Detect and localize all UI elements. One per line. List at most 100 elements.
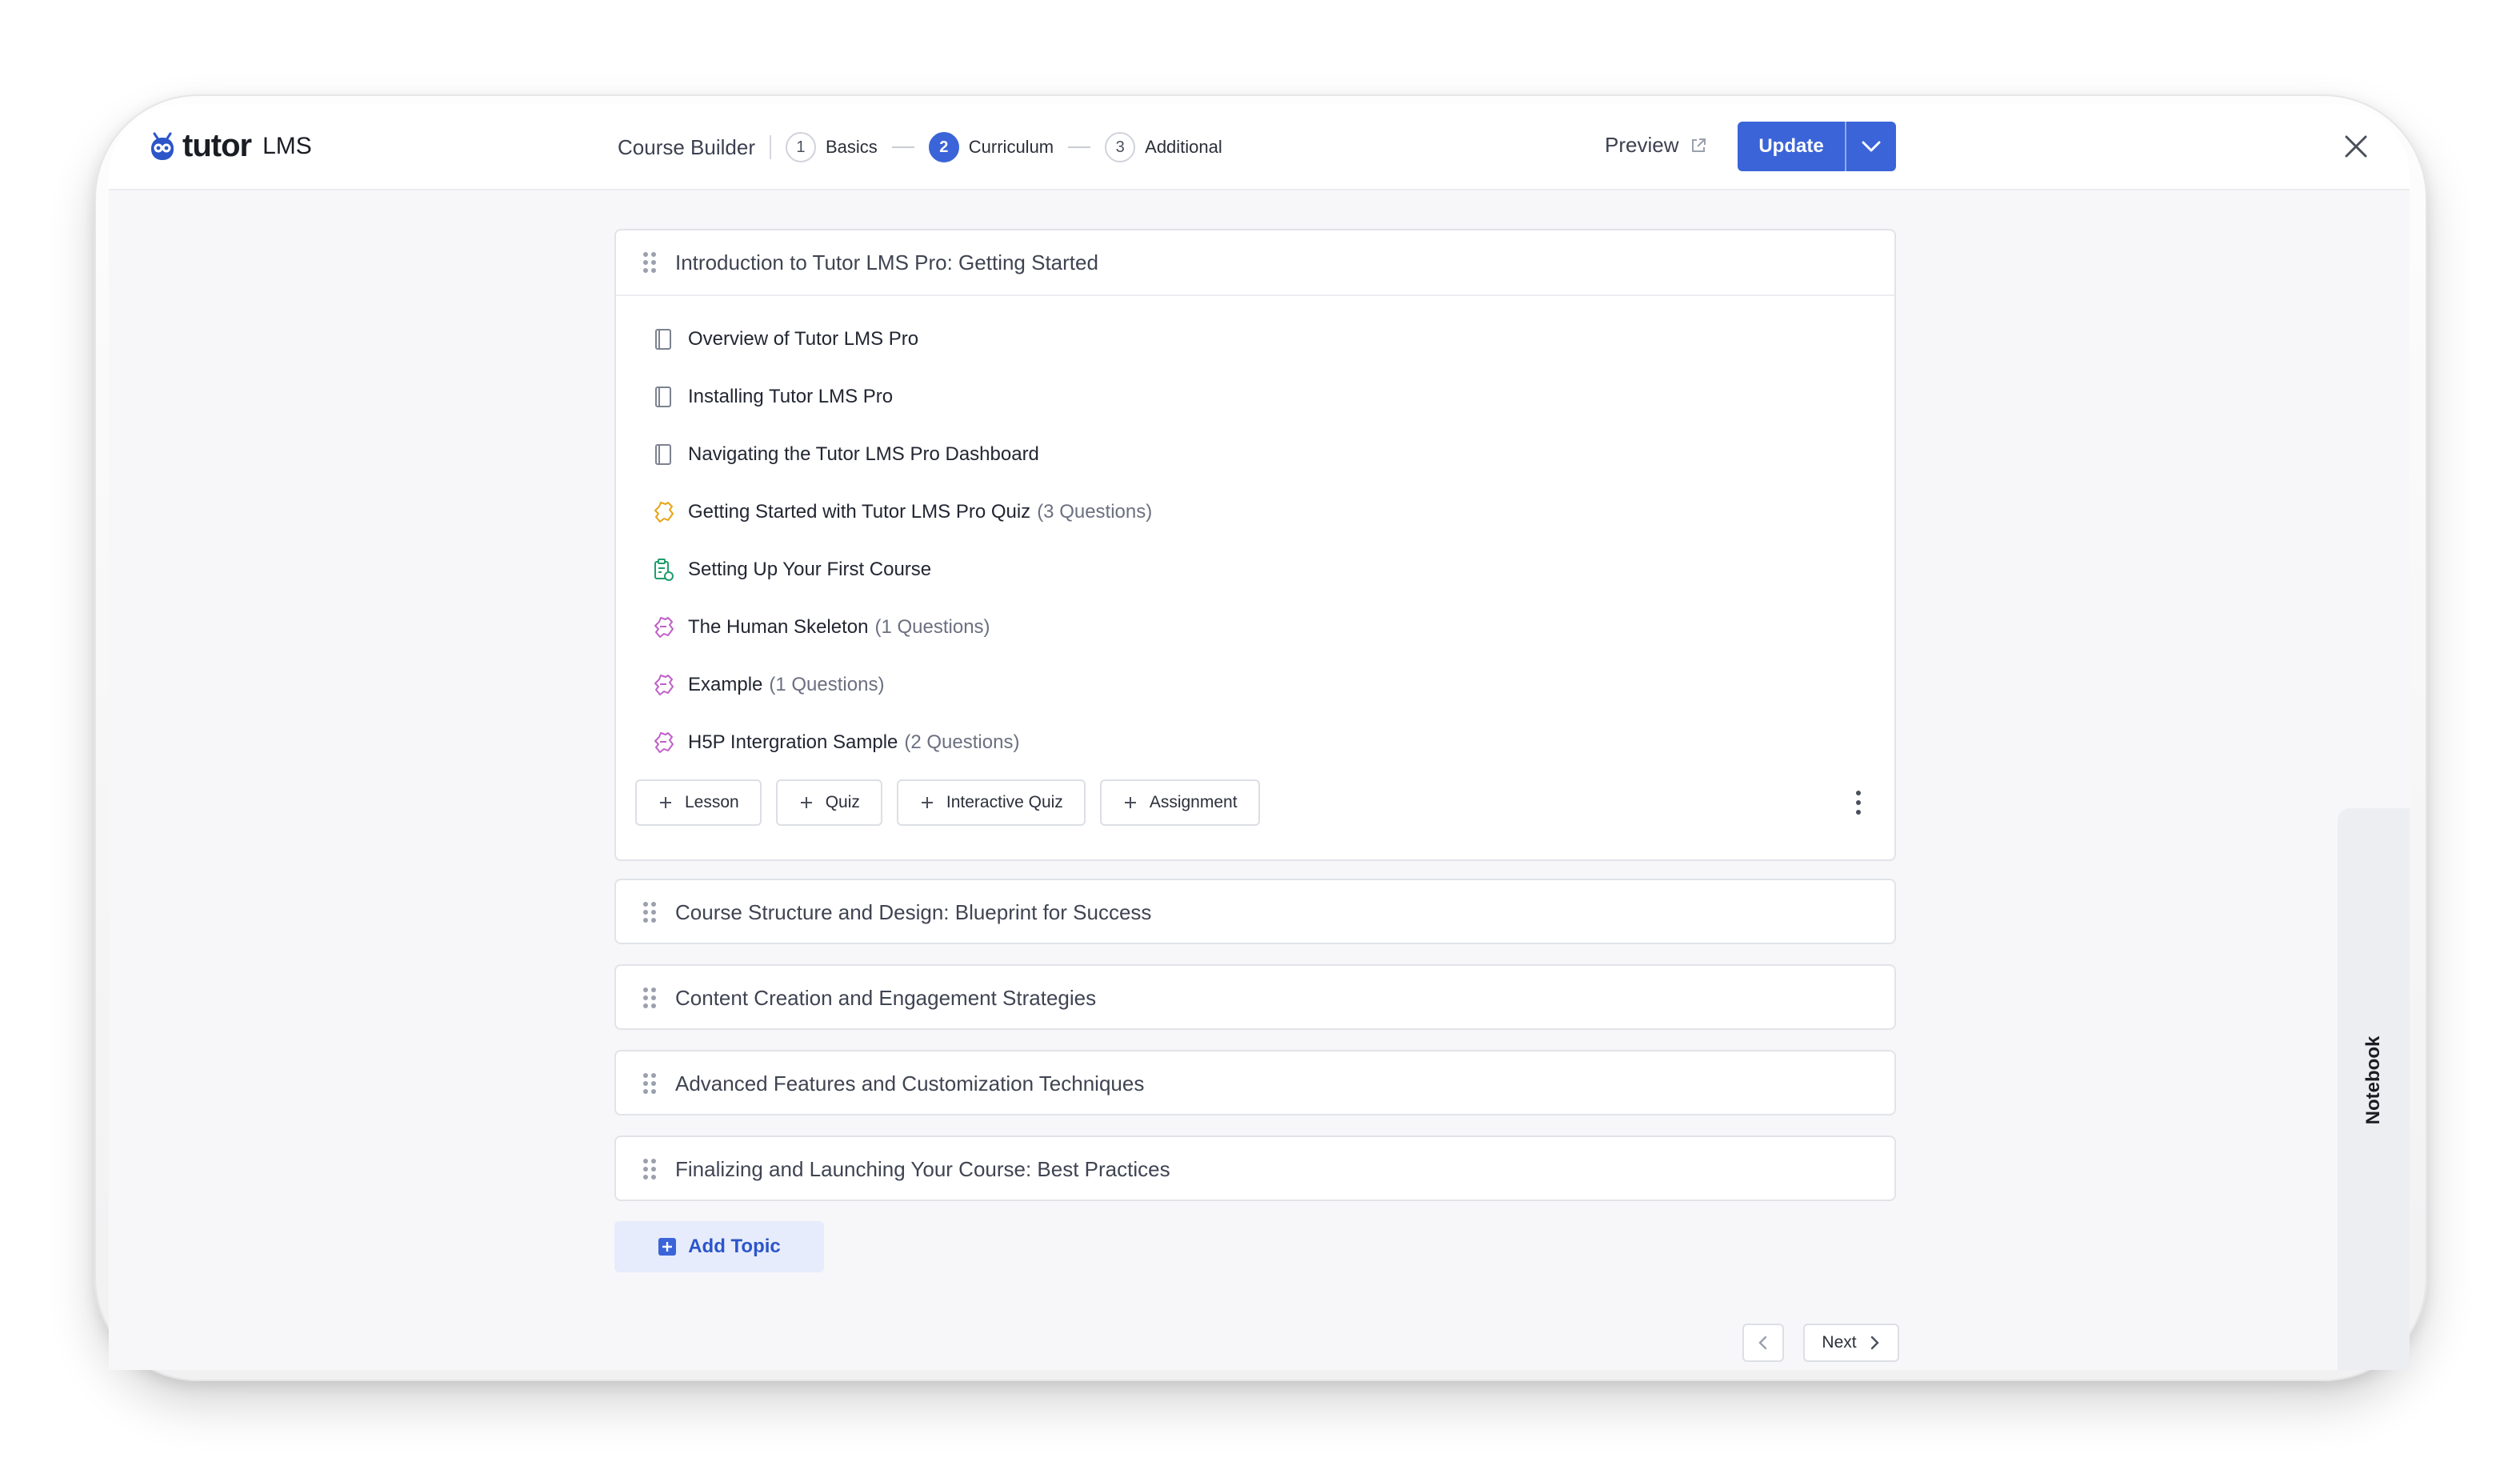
content-item[interactable]: Overview of Tutor LMS Pro <box>616 310 1894 368</box>
add-content-row: Lesson Quiz Interactive Quiz Assignment <box>616 778 1894 827</box>
step-number: 3 <box>1105 132 1136 162</box>
chevron-down-icon <box>1862 141 1881 152</box>
content-item[interactable]: H5P Intergration Sample (2 Questions) <box>616 714 1894 771</box>
lesson-icon <box>655 444 671 465</box>
assignment-icon <box>654 559 674 581</box>
add-topic-button[interactable]: Add Topic <box>614 1221 824 1272</box>
topic-header[interactable]: Introduction to Tutor LMS Pro: Getting S… <box>616 230 1894 294</box>
topic-title: Content Creation and Engagement Strategi… <box>675 985 1097 1010</box>
item-title: The Human Skeleton <box>688 616 869 638</box>
question-count: (2 Questions) <box>904 731 1020 753</box>
button-label: Quiz <box>825 793 860 811</box>
topic-header[interactable]: Advanced Features and Customization Tech… <box>616 1051 1894 1116</box>
interactive-quiz-icon <box>654 617 674 638</box>
content-item[interactable]: Getting Started with Tutor LMS Pro Quiz … <box>616 483 1894 541</box>
topic-header[interactable]: Content Creation and Engagement Strategi… <box>616 966 1894 1030</box>
plus-square-icon <box>658 1238 677 1256</box>
preview-label: Preview <box>1605 133 1679 157</box>
content-item[interactable]: The Human Skeleton (1 Questions) <box>616 599 1894 656</box>
item-title: Navigating the Tutor LMS Pro Dashboard <box>688 443 1039 465</box>
drag-handle-icon[interactable] <box>642 1071 658 1095</box>
question-count: (1 Questions) <box>769 674 885 695</box>
lesson-icon <box>655 387 671 407</box>
content-item[interactable]: Navigating the Tutor LMS Pro Dashboard <box>616 426 1894 483</box>
content-item[interactable]: Example (1 Questions) <box>616 656 1894 714</box>
external-link-icon <box>1692 138 1706 152</box>
topic-title: Introduction to Tutor LMS Pro: Getting S… <box>675 250 1098 274</box>
step-connector <box>891 146 914 148</box>
update-dropdown-button[interactable] <box>1846 122 1896 171</box>
interactive-quiz-icon <box>654 732 674 753</box>
next-label: Next <box>1822 1333 1857 1352</box>
plus-icon <box>660 797 671 808</box>
content-item[interactable]: Setting Up Your First Course <box>616 541 1894 599</box>
more-options-icon[interactable] <box>1854 789 1862 816</box>
topic-content-list: Overview of Tutor LMS Pro Installing Tut… <box>616 294 1894 827</box>
question-count: (1 Questions) <box>874 616 990 638</box>
add-topic-label: Add Topic <box>688 1236 781 1257</box>
course-builder-label: Course Builder <box>618 134 755 159</box>
topic-card[interactable]: Finalizing and Launching Your Course: Be… <box>614 1136 1896 1201</box>
quiz-icon <box>654 502 674 523</box>
item-title: H5P Intergration Sample <box>688 731 898 753</box>
update-button-group: Update <box>1738 122 1896 171</box>
top-bar: tutor LMS Course Builder 1 Basics 2 Curr… <box>109 104 2410 190</box>
app-window: tutor LMS Course Builder 1 Basics 2 Curr… <box>109 104 2410 1370</box>
logo-wordmark: tutor <box>182 128 252 163</box>
step-label: Additional <box>1145 137 1222 157</box>
topic-header[interactable]: Course Structure and Design: Blueprint f… <box>616 880 1894 944</box>
item-title: Getting Started with Tutor LMS Pro Quiz <box>688 501 1031 523</box>
step-number: 2 <box>928 132 959 162</box>
chevron-left-icon <box>1758 1336 1767 1350</box>
item-title: Installing Tutor LMS Pro <box>688 386 894 407</box>
logo-suffix: LMS <box>262 132 312 159</box>
topic-card[interactable]: Content Creation and Engagement Strategi… <box>614 964 1896 1030</box>
tutor-lms-logo: tutor LMS <box>149 128 312 164</box>
update-button[interactable]: Update <box>1738 122 1845 171</box>
step-number: 1 <box>785 132 816 162</box>
drag-handle-icon[interactable] <box>642 250 658 274</box>
topic-title: Advanced Features and Customization Tech… <box>675 1071 1145 1095</box>
topic-card-expanded: Introduction to Tutor LMS Pro: Getting S… <box>614 229 1896 861</box>
topic-header[interactable]: Finalizing and Launching Your Course: Be… <box>616 1137 1894 1201</box>
button-label: Assignment <box>1149 793 1238 811</box>
drag-handle-icon[interactable] <box>642 986 658 1010</box>
item-title: Overview of Tutor LMS Pro <box>688 328 919 350</box>
tutor-owl-icon <box>151 132 174 160</box>
plus-icon <box>1124 797 1136 808</box>
step-curriculum[interactable]: 2 Curriculum <box>928 132 1054 162</box>
content-item[interactable]: Installing Tutor LMS Pro <box>616 368 1894 426</box>
builder-steps: Course Builder 1 Basics 2 Curriculum 3 A… <box>618 130 1222 165</box>
step-label: Basics <box>825 137 878 157</box>
preview-link[interactable]: Preview <box>1605 133 1707 158</box>
previous-button[interactable] <box>1742 1324 1784 1362</box>
add-lesson-button[interactable]: Lesson <box>635 779 762 826</box>
item-title: Setting Up Your First Course <box>688 559 932 580</box>
lesson-icon <box>655 329 671 350</box>
step-label: Curriculum <box>968 137 1054 157</box>
question-count: (3 Questions) <box>1037 501 1153 523</box>
plus-icon <box>921 797 933 808</box>
drag-handle-icon[interactable] <box>642 900 658 924</box>
divider <box>769 135 771 159</box>
button-label: Interactive Quiz <box>946 793 1063 811</box>
drag-handle-icon[interactable] <box>642 1157 658 1181</box>
interactive-quiz-icon <box>654 675 674 695</box>
notebook-label: Notebook <box>2362 1035 2384 1125</box>
plus-icon <box>800 797 812 808</box>
add-interactive-quiz-button[interactable]: Interactive Quiz <box>896 779 1086 826</box>
next-button[interactable]: Next <box>1803 1324 1899 1362</box>
item-title: Example <box>688 674 763 695</box>
add-quiz-button[interactable]: Quiz <box>775 779 882 826</box>
step-basics[interactable]: 1 Basics <box>785 132 878 162</box>
button-label: Lesson <box>685 793 739 811</box>
chevron-right-icon <box>1870 1336 1879 1350</box>
topic-title: Course Structure and Design: Blueprint f… <box>675 899 1152 924</box>
topic-card[interactable]: Course Structure and Design: Blueprint f… <box>614 879 1896 944</box>
step-additional[interactable]: 3 Additional <box>1105 132 1222 162</box>
add-assignment-button[interactable]: Assignment <box>1099 779 1260 826</box>
notebook-tab[interactable]: Notebook <box>2338 808 2410 1370</box>
topic-title: Finalizing and Launching Your Course: Be… <box>675 1156 1170 1181</box>
topic-card[interactable]: Advanced Features and Customization Tech… <box>614 1050 1896 1116</box>
close-icon[interactable] <box>2338 128 2374 165</box>
